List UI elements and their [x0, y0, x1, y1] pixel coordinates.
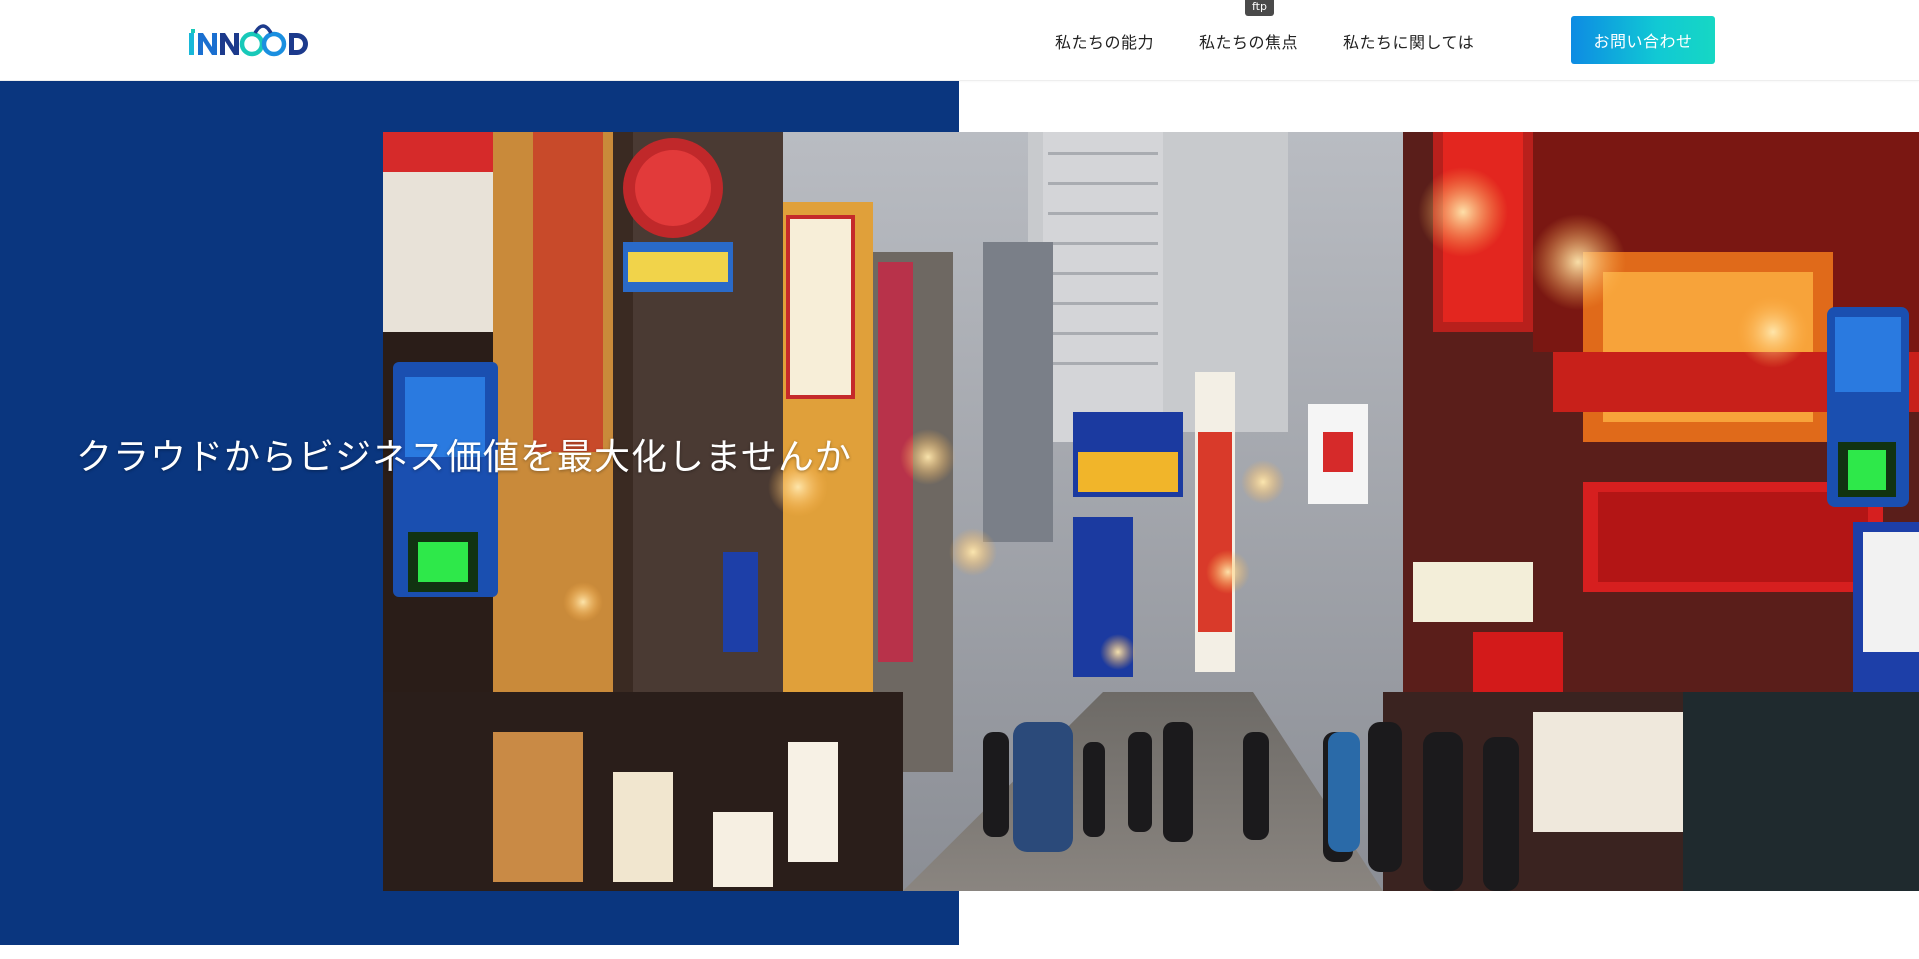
hero-photo	[383, 132, 1919, 891]
contact-button[interactable]: お問い合わせ	[1571, 16, 1715, 64]
brand-logo[interactable]	[189, 19, 323, 61]
nav-item-capabilities[interactable]: 私たちの能力	[1055, 29, 1154, 53]
logo-icon	[189, 24, 308, 57]
site-header: ftp 私たちの能力 私たちの焦点 私たちに関しては お問い合わせ	[0, 0, 1919, 81]
ftp-tooltip: ftp	[1245, 0, 1274, 16]
city-street-image	[383, 132, 1919, 891]
hero-title: クラウドからビジネス価値を最大化しませんか	[76, 437, 852, 478]
nav-item-about[interactable]: 私たちに関しては	[1343, 29, 1474, 53]
nav-item-focus[interactable]: 私たちの焦点	[1199, 29, 1298, 53]
